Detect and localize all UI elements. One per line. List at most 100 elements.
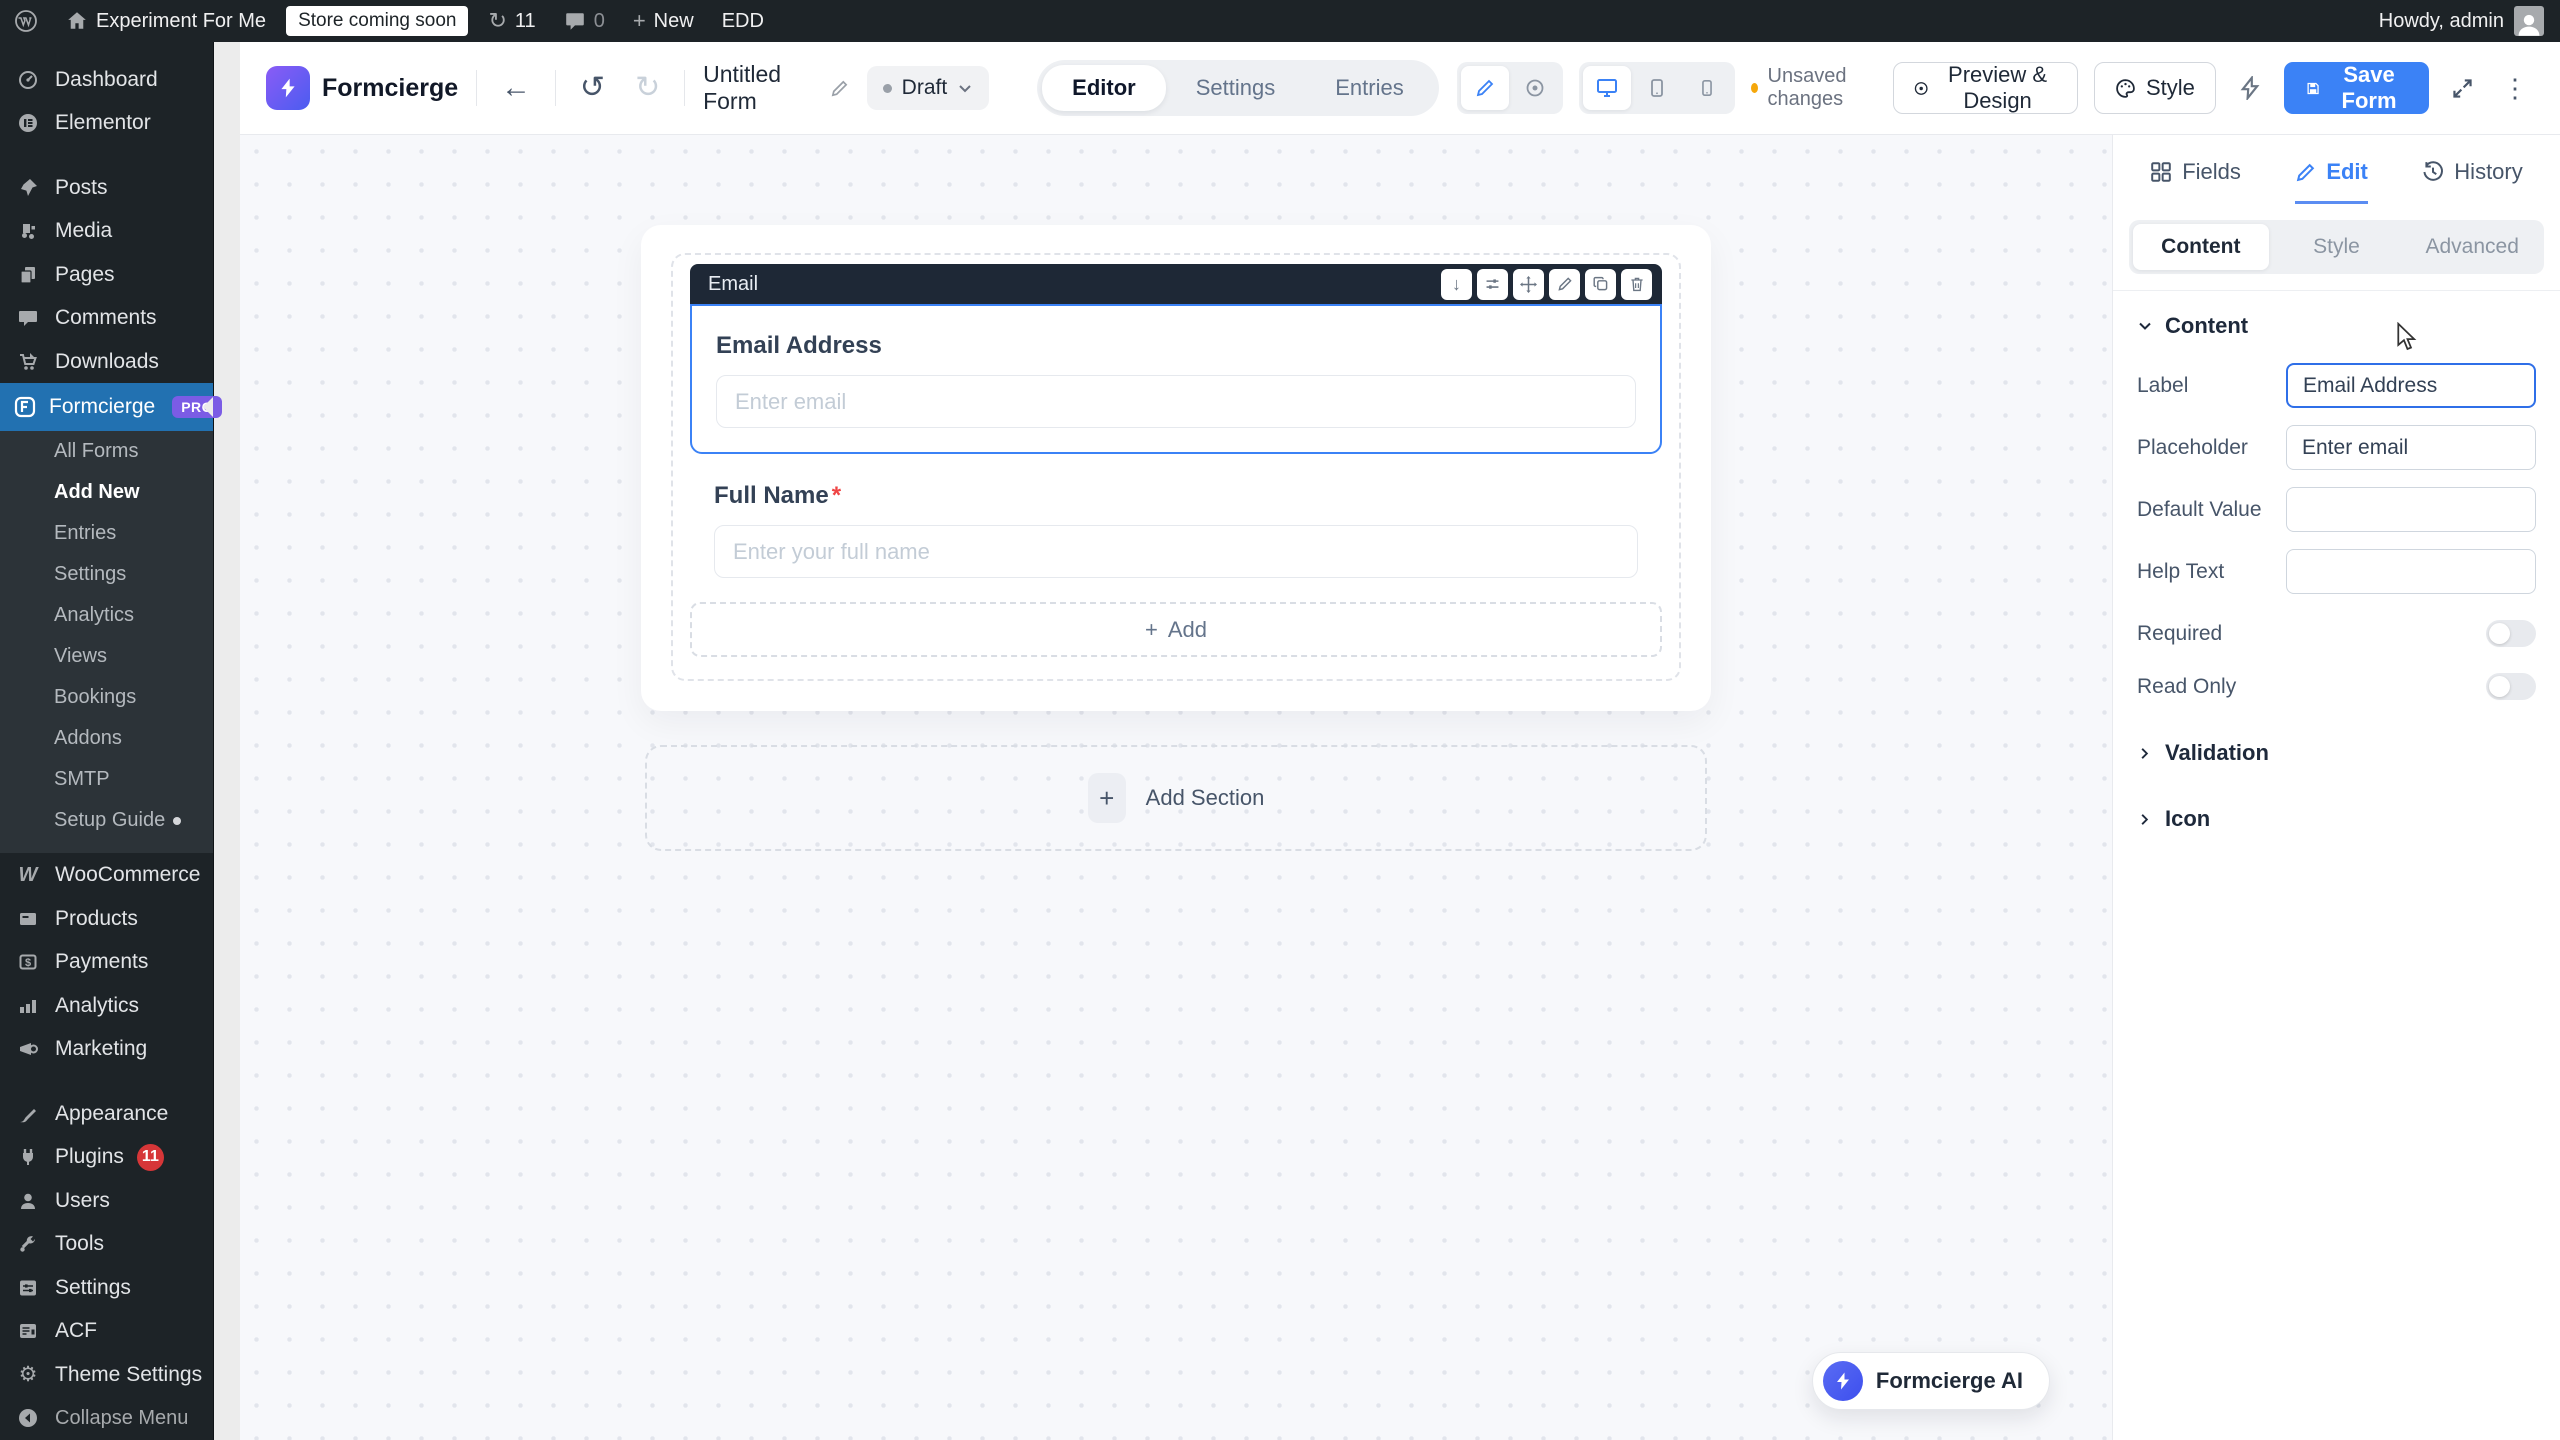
content-section-header[interactable]: Content xyxy=(2137,313,2536,339)
save-form-button[interactable]: Save Form xyxy=(2284,62,2429,114)
subtab-advanced[interactable]: Advanced xyxy=(2404,224,2540,270)
sidebar-item-theme-settings[interactable]: ⚙ Theme Settings xyxy=(0,1353,213,1397)
form-title[interactable]: Untitled Form xyxy=(703,61,849,115)
edd-menu[interactable]: EDD xyxy=(708,0,778,42)
field-settings-button[interactable] xyxy=(1477,269,1508,300)
eye-icon xyxy=(1525,78,1545,98)
new-content-menu[interactable]: + New xyxy=(619,0,708,42)
field-label: Full Name* xyxy=(714,482,1638,510)
store-coming-soon-badge[interactable]: Store coming soon xyxy=(286,6,468,36)
sidebar-item-comments[interactable]: Comments xyxy=(0,296,213,340)
sidebar-item-payments[interactable]: $ Payments xyxy=(0,940,213,984)
fullscreen-button[interactable] xyxy=(2445,71,2480,106)
field-label: Email Address xyxy=(716,332,1636,360)
sidebar-sub-add-new[interactable]: Add New xyxy=(0,472,213,513)
sidebar-item-dashboard[interactable]: Dashboard xyxy=(0,58,213,102)
howdy-text[interactable]: Howdy, admin xyxy=(2379,10,2504,33)
divider xyxy=(555,70,556,106)
undo-button[interactable]: ↺ xyxy=(574,67,611,109)
more-options-button[interactable]: ⋮ xyxy=(2496,67,2534,110)
sidebar-item-formcierge[interactable]: Formcierge PRO xyxy=(0,383,213,431)
quick-actions-bolt-button[interactable] xyxy=(2232,70,2268,106)
sidebar-item-appearance[interactable]: Appearance xyxy=(0,1092,213,1136)
sidebar-item-products[interactable]: Products xyxy=(0,897,213,941)
tab-history[interactable]: History xyxy=(2422,159,2522,204)
sidebar-item-pages[interactable]: Pages xyxy=(0,253,213,297)
tab-editor[interactable]: Editor xyxy=(1042,65,1166,111)
style-button[interactable]: Style xyxy=(2094,62,2216,114)
desktop-view-button[interactable] xyxy=(1583,66,1631,110)
sidebar-sub-smtp[interactable]: SMTP xyxy=(0,759,213,800)
tab-entries[interactable]: Entries xyxy=(1305,65,1433,111)
drag-handle-button[interactable] xyxy=(1513,269,1544,300)
updates-menu[interactable]: ↻ 11 xyxy=(474,0,549,42)
formcierge-ai-button[interactable]: Formcierge AI xyxy=(1812,1352,2050,1410)
rename-pencil-icon[interactable] xyxy=(830,79,849,98)
redo-button[interactable]: ↻ xyxy=(629,67,666,109)
sidebar-sub-all-forms[interactable]: All Forms xyxy=(0,431,213,472)
label-input[interactable] xyxy=(2286,363,2536,408)
sidebar-item-woocommerce[interactable]: W WooCommerce xyxy=(0,853,213,897)
sidebar-sub-entries[interactable]: Entries xyxy=(0,513,213,554)
sidebar-sub-analytics[interactable]: Analytics xyxy=(0,595,213,636)
back-button[interactable]: ← xyxy=(495,67,537,109)
sidebar-sub-setup-guide[interactable]: Setup Guide xyxy=(0,800,213,841)
help-text-input[interactable] xyxy=(2286,549,2536,594)
sidebar-sub-bookings[interactable]: Bookings xyxy=(0,677,213,718)
notice-dot xyxy=(173,817,181,825)
duplicate-field-button[interactable] xyxy=(1585,269,1616,300)
full-name-field-block[interactable]: Full Name* xyxy=(690,454,1662,578)
tab-fields[interactable]: Fields xyxy=(2150,159,2241,204)
preview-design-button[interactable]: Preview & Design xyxy=(1893,62,2078,114)
move-down-button[interactable]: ↓ xyxy=(1441,269,1472,300)
tablet-view-button[interactable] xyxy=(1633,66,1681,110)
sidebar-item-elementor[interactable]: Elementor xyxy=(0,102,213,146)
sidebar-item-plugins[interactable]: Plugins 11 xyxy=(0,1135,213,1179)
required-toggle[interactable] xyxy=(2486,620,2536,647)
comments-menu[interactable]: 0 xyxy=(550,0,619,42)
edd-label: EDD xyxy=(722,10,764,33)
readonly-toggle[interactable] xyxy=(2486,673,2536,700)
site-menu[interactable]: Experiment For Me xyxy=(52,0,280,42)
section-wrapper[interactable]: Email ↓ xyxy=(671,253,1681,681)
collapse-menu[interactable]: Collapse Menu xyxy=(0,1396,213,1440)
wp-logo-menu[interactable] xyxy=(0,0,52,42)
add-field-button[interactable]: + Add xyxy=(690,602,1662,657)
sidebar-item-analytics[interactable]: Analytics xyxy=(0,984,213,1028)
sidebar-item-posts[interactable]: Posts xyxy=(0,166,213,210)
mobile-view-button[interactable] xyxy=(1683,66,1731,110)
unsaved-dot xyxy=(1751,83,1758,93)
sidebar-item-settings[interactable]: Settings xyxy=(0,1266,213,1310)
sidebar-item-acf[interactable]: ACF xyxy=(0,1309,213,1353)
email-field-block[interactable]: Email Address xyxy=(690,304,1662,454)
full-name-preview-input[interactable] xyxy=(714,525,1638,578)
subtab-content[interactable]: Content xyxy=(2133,224,2269,270)
email-block-header[interactable]: Email ↓ xyxy=(690,264,1662,304)
sidebar-item-tools[interactable]: Tools xyxy=(0,1222,213,1266)
mode-toggle xyxy=(1457,62,1563,114)
status-dropdown[interactable]: Draft xyxy=(867,66,990,110)
placeholder-input[interactable] xyxy=(2286,425,2536,470)
sidebar-item-users[interactable]: Users xyxy=(0,1179,213,1223)
avatar[interactable] xyxy=(2514,6,2544,36)
preview-mode-button[interactable] xyxy=(1511,66,1559,110)
validation-section-header[interactable]: Validation xyxy=(2137,740,2536,766)
subtab-style[interactable]: Style xyxy=(2269,224,2405,270)
form-canvas[interactable]: Email ↓ xyxy=(240,135,2112,1440)
add-section-button[interactable]: + Add Section xyxy=(645,745,1707,851)
sidebar-sub-views[interactable]: Views xyxy=(0,636,213,677)
sidebar-sub-addons[interactable]: Addons xyxy=(0,718,213,759)
plus-icon: + xyxy=(1145,617,1158,643)
sidebar-item-downloads[interactable]: Downloads xyxy=(0,340,213,384)
icon-section-header[interactable]: Icon xyxy=(2137,806,2536,832)
sidebar-sub-settings[interactable]: Settings xyxy=(0,554,213,595)
sidebar-item-marketing[interactable]: Marketing xyxy=(0,1027,213,1071)
email-preview-input[interactable] xyxy=(716,375,1636,428)
edit-field-button[interactable] xyxy=(1549,269,1580,300)
tab-edit[interactable]: Edit xyxy=(2295,159,2368,204)
default-value-input[interactable] xyxy=(2286,487,2536,532)
edit-mode-button[interactable] xyxy=(1461,66,1509,110)
sidebar-item-media[interactable]: Media xyxy=(0,209,213,253)
tab-settings[interactable]: Settings xyxy=(1166,65,1306,111)
delete-field-button[interactable] xyxy=(1621,269,1652,300)
